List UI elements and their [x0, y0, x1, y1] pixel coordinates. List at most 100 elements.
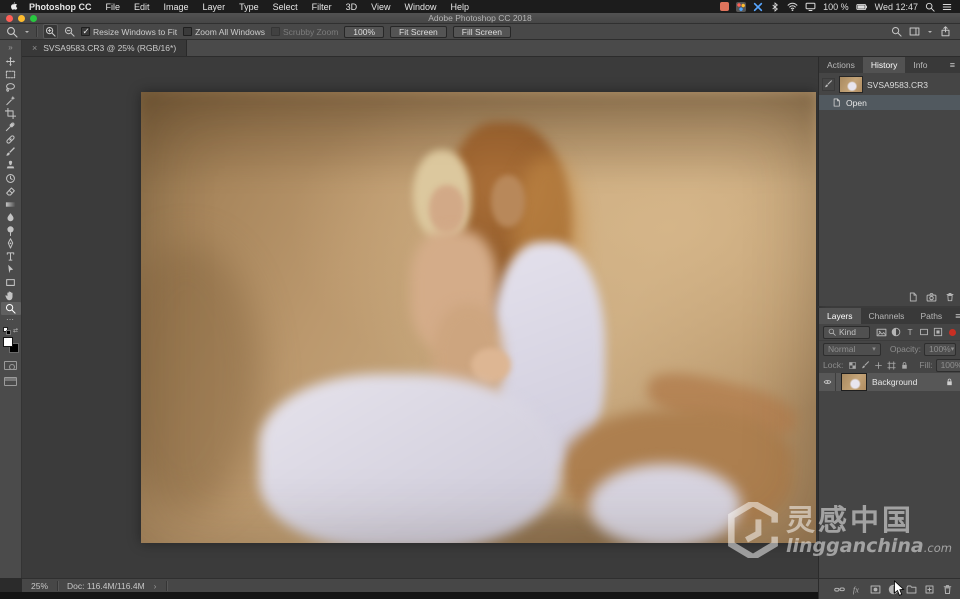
tab-actions[interactable]: Actions	[819, 57, 863, 73]
rectangle-shape-tool[interactable]	[1, 276, 21, 289]
blend-mode-dropdown[interactable]: Normal ▾	[823, 342, 881, 356]
lock-position-icon[interactable]	[874, 361, 883, 370]
x-app-icon[interactable]	[753, 2, 763, 12]
link-layers-icon[interactable]	[834, 584, 845, 595]
spotlight-icon[interactable]	[925, 2, 935, 12]
lasso-tool[interactable]	[1, 81, 21, 94]
new-snapshot-icon[interactable]	[926, 292, 937, 303]
zoom-tool[interactable]	[0, 302, 21, 315]
workspace-switcher-icon[interactable]	[909, 26, 920, 37]
canvas-photo[interactable]	[141, 92, 816, 543]
zoom-in-mode-button[interactable]	[43, 24, 58, 39]
fit-screen-button[interactable]: Fit Screen	[390, 25, 447, 38]
clone-stamp-tool[interactable]	[1, 159, 21, 172]
delete-state-icon[interactable]	[945, 292, 955, 302]
resize-windows-checkbox[interactable]: Resize Windows to Fit	[81, 26, 177, 37]
menu-3d[interactable]: 3D	[339, 2, 365, 12]
tab-layers[interactable]: Layers	[819, 308, 861, 324]
lock-transparency-icon[interactable]	[848, 361, 857, 370]
lock-all-icon[interactable]	[900, 361, 909, 370]
new-document-from-state-icon[interactable]	[908, 292, 918, 302]
toolbar-collapse-chevrons[interactable]: »	[8, 40, 12, 55]
zoom-out-mode-button[interactable]	[64, 26, 75, 37]
history-source-row[interactable]: SVSA9583.CR3	[819, 73, 960, 95]
tool-preset-caret-icon[interactable]	[24, 29, 30, 35]
apple-menu-icon[interactable]	[8, 1, 18, 12]
brush-tool[interactable]	[1, 146, 21, 159]
workspace-caret-icon[interactable]	[927, 29, 933, 35]
new-layer-icon[interactable]	[924, 584, 935, 595]
menu-edit[interactable]: Edit	[127, 2, 157, 12]
notification-center-icon[interactable]	[942, 2, 952, 12]
status-expander-icon[interactable]: ›	[154, 581, 157, 591]
foreground-color-swatch[interactable]	[2, 337, 13, 347]
app-status-icon[interactable]	[720, 2, 730, 11]
quick-selection-tool[interactable]	[1, 94, 21, 107]
menu-clock[interactable]: Wed 12:47	[875, 2, 918, 12]
bluetooth-icon[interactable]	[770, 1, 780, 12]
eraser-tool[interactable]	[1, 185, 21, 198]
panel-menu-icon[interactable]: ≡	[950, 308, 960, 324]
menu-filter[interactable]: Filter	[305, 2, 339, 12]
layer-visibility-toggle[interactable]	[819, 373, 836, 391]
zoom-100-button[interactable]: 100%	[344, 25, 385, 38]
document-tab[interactable]: × SVSA9583.CR3 @ 25% (RGB/16*)	[22, 40, 188, 56]
zoom-tool-preset-icon[interactable]	[6, 26, 18, 38]
move-tool[interactable]	[1, 55, 21, 68]
menu-window[interactable]: Window	[397, 2, 443, 12]
history-brush-source-box[interactable]	[822, 78, 835, 91]
wifi-icon[interactable]	[787, 1, 798, 12]
filter-adjustment-layers-icon[interactable]	[891, 327, 901, 337]
display-mirroring-icon[interactable]	[805, 1, 816, 12]
gradient-tool[interactable]	[1, 198, 21, 211]
rectangular-marquee-tool[interactable]	[1, 68, 21, 81]
type-tool[interactable]	[1, 250, 21, 263]
panel-menu-icon[interactable]: ≡	[945, 57, 960, 73]
filter-smart-objects-icon[interactable]	[933, 327, 943, 337]
pen-tool[interactable]	[1, 237, 21, 250]
history-brush-tool[interactable]	[1, 172, 21, 185]
share-icon[interactable]	[940, 26, 951, 37]
close-tab-icon[interactable]: ×	[32, 43, 37, 53]
crop-tool[interactable]	[1, 107, 21, 120]
menu-help[interactable]: Help	[443, 2, 476, 12]
screen-mode-button[interactable]	[4, 377, 17, 386]
eyedropper-tool[interactable]	[1, 120, 21, 133]
tab-paths[interactable]: Paths	[912, 308, 950, 324]
zoom-all-windows-checkbox[interactable]: Zoom All Windows	[183, 27, 265, 37]
filter-shape-layers-icon[interactable]	[919, 327, 929, 337]
add-layer-mask-icon[interactable]	[870, 584, 881, 595]
menu-layer[interactable]: Layer	[196, 2, 233, 12]
fill-screen-button[interactable]: Fill Screen	[452, 25, 511, 38]
new-adjustment-layer-icon[interactable]	[888, 584, 899, 595]
new-group-icon[interactable]	[906, 584, 917, 595]
menu-file[interactable]: File	[99, 2, 128, 12]
history-state-open[interactable]: Open	[819, 95, 960, 110]
dodge-tool[interactable]	[1, 224, 21, 237]
zoom-level-field[interactable]: 25%	[31, 581, 48, 591]
hand-tool[interactable]	[1, 289, 21, 302]
path-selection-tool[interactable]	[1, 263, 21, 276]
lock-artboard-icon[interactable]	[887, 360, 896, 370]
tab-channels[interactable]: Channels	[861, 308, 913, 324]
quick-mask-button[interactable]	[4, 361, 17, 370]
layer-thumbnail[interactable]	[841, 373, 867, 391]
tab-history[interactable]: History	[862, 57, 906, 73]
search-icon[interactable]	[891, 26, 902, 37]
filter-pixel-layers-icon[interactable]	[876, 327, 887, 338]
color-app-icon[interactable]	[736, 1, 747, 12]
menu-view[interactable]: View	[364, 2, 397, 12]
spot-healing-brush-tool[interactable]	[1, 133, 21, 146]
menu-select[interactable]: Select	[266, 2, 305, 12]
lock-pixels-icon[interactable]	[861, 360, 870, 370]
menu-type[interactable]: Type	[232, 2, 266, 12]
opacity-dropdown[interactable]: 100% ▾	[924, 342, 956, 356]
tab-info[interactable]: Info	[905, 57, 935, 73]
menu-image[interactable]: Image	[157, 2, 196, 12]
history-snapshot-thumbnail[interactable]	[839, 76, 863, 93]
swap-colors-mini[interactable]: ⇄	[3, 327, 18, 335]
filter-kind-dropdown[interactable]: Kind	[823, 325, 870, 339]
edit-toolbar-ellipsis[interactable]: ⋯	[6, 315, 15, 324]
menu-photoshop-cc[interactable]: Photoshop CC	[22, 2, 99, 12]
filter-toggle[interactable]	[949, 328, 956, 336]
